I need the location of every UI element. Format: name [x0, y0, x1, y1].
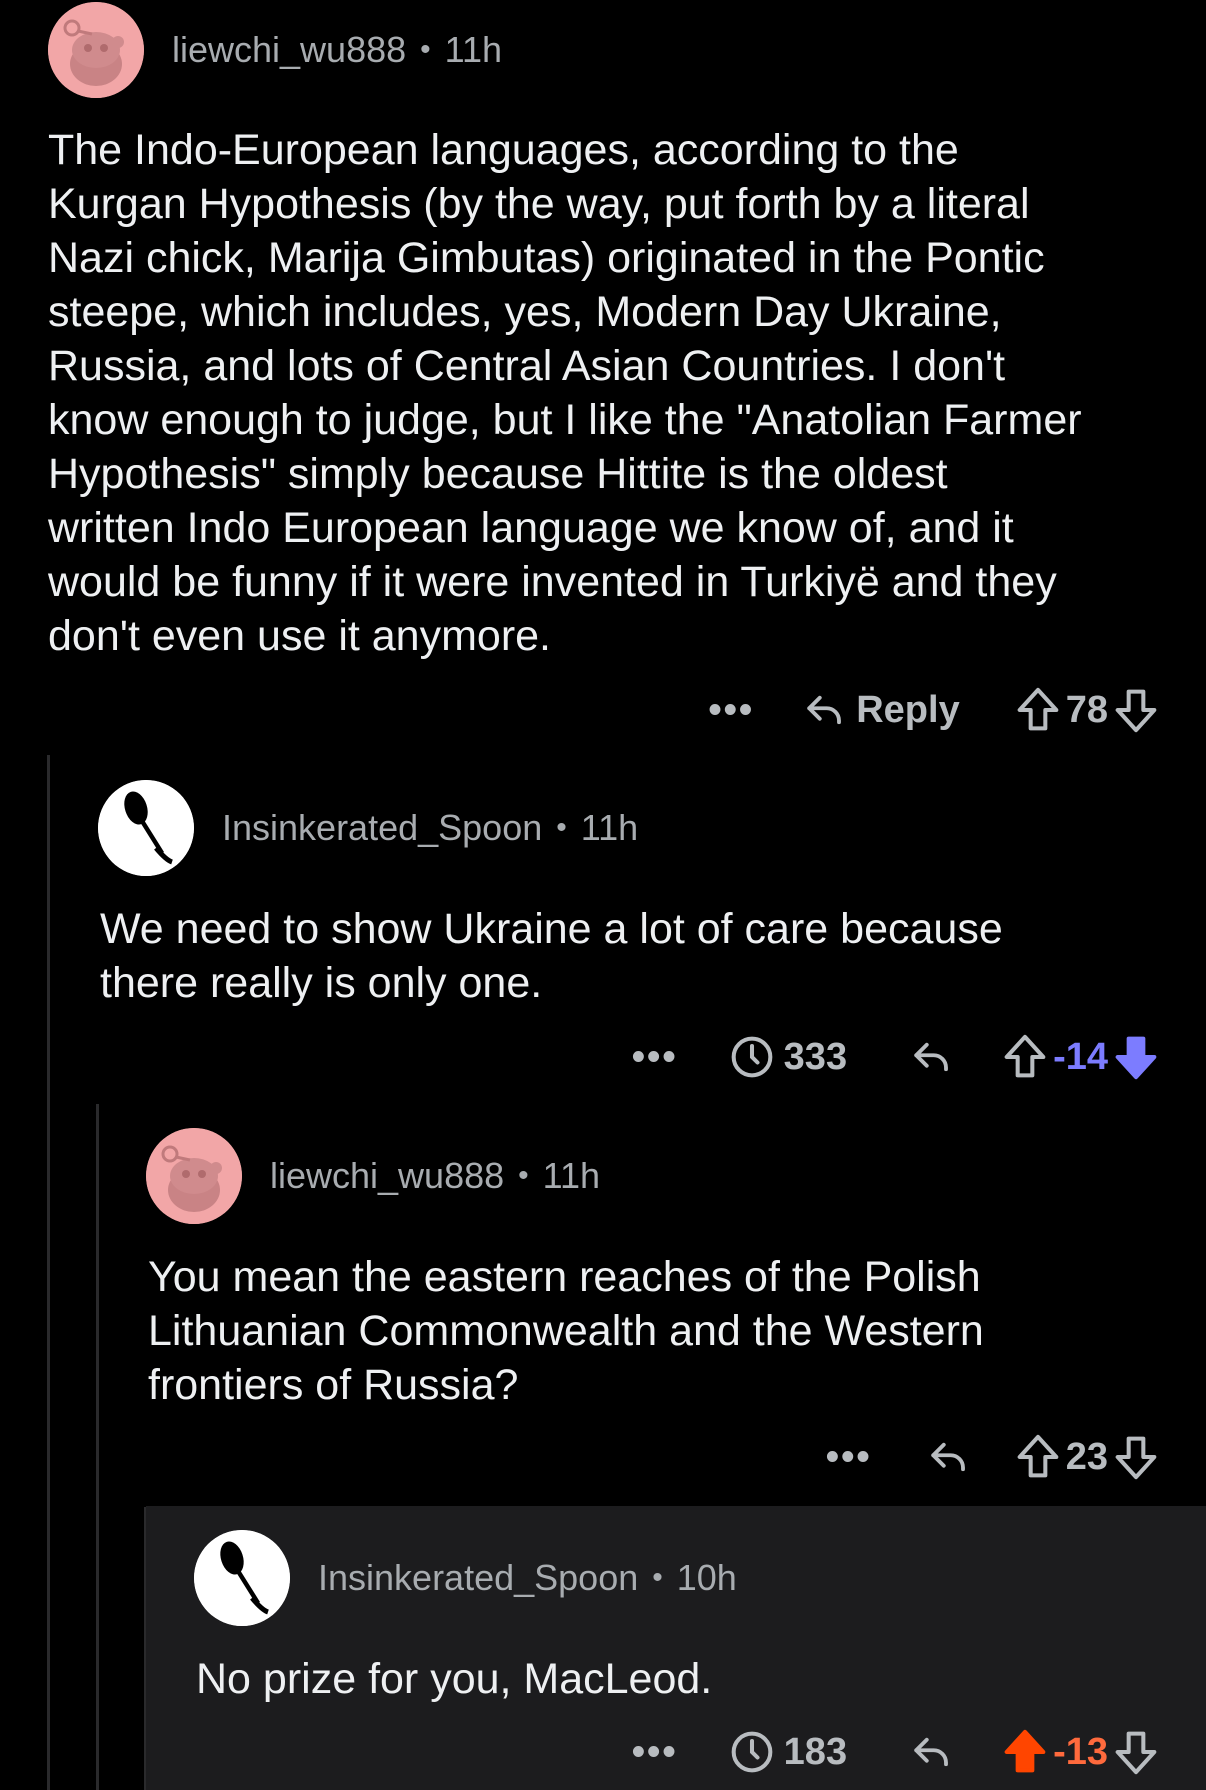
downvote-icon[interactable] [1114, 1033, 1158, 1081]
reply-icon [914, 1042, 949, 1072]
downvote-icon[interactable] [1114, 686, 1158, 734]
username[interactable]: Insinkerated_Spoon [318, 1557, 638, 1599]
username[interactable]: liewchi_wu888 [270, 1155, 504, 1197]
timestamp: 11h [580, 807, 639, 848]
username[interactable]: liewchi_wu888 [172, 29, 406, 71]
more-icon[interactable]: ••• [826, 1436, 872, 1479]
upvote-icon[interactable] [1016, 686, 1060, 734]
vote-group: -14 [1003, 1033, 1158, 1081]
more-icon[interactable]: ••• [708, 689, 754, 732]
comment-body: You mean the eastern reaches of the Poli… [148, 1253, 984, 1409]
downvote-icon[interactable] [1114, 1433, 1158, 1481]
vote-score: -14 [1053, 1035, 1108, 1078]
comment-2: Insinkerated_Spoon • 11h We need to show… [0, 760, 1206, 1100]
timer-count: 183 [783, 1730, 848, 1773]
spoon-avatar-icon[interactable] [98, 780, 194, 876]
snoo-avatar-icon[interactable] [146, 1128, 242, 1224]
timer-icon [731, 1731, 773, 1773]
vote-score: 78 [1065, 688, 1108, 731]
snoo-avatar-icon[interactable] [48, 2, 144, 98]
comment-1: liewchi_wu888 • 11h The Indo-European la… [0, 0, 1206, 750]
vote-score: -13 [1053, 1730, 1108, 1773]
timer-count: 333 [783, 1035, 848, 1078]
upvote-icon[interactable] [1016, 1433, 1060, 1481]
comment-4: Insinkerated_Spoon • 10h No prize for yo… [146, 1506, 1206, 1790]
upvote-icon[interactable] [1003, 1033, 1047, 1081]
timestamp: 11h [444, 29, 503, 70]
comment-actions: ••• 23 [826, 1427, 1158, 1487]
reply-button[interactable] [909, 1731, 955, 1773]
reply-button[interactable]: Reply [804, 688, 960, 732]
comment-thread: liewchi_wu888 • 11h The Indo-European la… [0, 0, 1206, 1790]
timestamp: 10h [676, 1557, 737, 1598]
comment-body: No prize for you, MacLeod. [196, 1655, 713, 1703]
spoon-avatar-icon[interactable] [194, 1530, 290, 1626]
comment-header: Insinkerated_Spoon • 10h [194, 1530, 737, 1626]
comment-header: liewchi_wu888 • 11h [146, 1128, 600, 1224]
vote-group: 23 [1016, 1433, 1158, 1481]
award-timer[interactable]: 333 [730, 1035, 847, 1079]
vote-score: 23 [1065, 1435, 1108, 1478]
more-icon[interactable]: ••• [632, 1036, 678, 1079]
comment-body: The Indo-European languages, according t… [48, 126, 1082, 660]
vote-group: -13 [1003, 1728, 1158, 1776]
username[interactable]: Insinkerated_Spoon [222, 807, 542, 849]
comment-actions: ••• Reply 78 [708, 680, 1158, 740]
upvote-icon[interactable] [1003, 1728, 1047, 1776]
comment-3: liewchi_wu888 • 11h You mean the eastern… [0, 1108, 1206, 1503]
meta-separator: • [556, 811, 567, 844]
meta-separator: • [652, 1561, 663, 1594]
meta-separator: • [518, 1159, 529, 1192]
timestamp: 11h [542, 1155, 601, 1196]
comment-header: Insinkerated_Spoon • 11h [98, 780, 638, 876]
meta-separator: • [420, 33, 431, 66]
reply-icon [931, 1442, 965, 1472]
reply-icon [807, 695, 842, 725]
reply-button[interactable] [926, 1436, 972, 1478]
comment-body: We need to show Ukraine a lot of care be… [100, 905, 1003, 1007]
award-timer[interactable]: 183 [730, 1730, 847, 1774]
timer-icon [731, 1036, 773, 1078]
comment-actions: ••• 183 -13 [632, 1722, 1158, 1782]
comment-header: liewchi_wu888 • 11h [48, 2, 502, 98]
downvote-icon[interactable] [1114, 1728, 1158, 1776]
reply-icon [914, 1737, 949, 1767]
more-icon[interactable]: ••• [632, 1731, 678, 1774]
reply-button[interactable] [909, 1036, 955, 1078]
comment-actions: ••• 333 -14 [632, 1027, 1158, 1087]
vote-group: 78 [1016, 686, 1158, 734]
reply-label: Reply [856, 688, 960, 731]
